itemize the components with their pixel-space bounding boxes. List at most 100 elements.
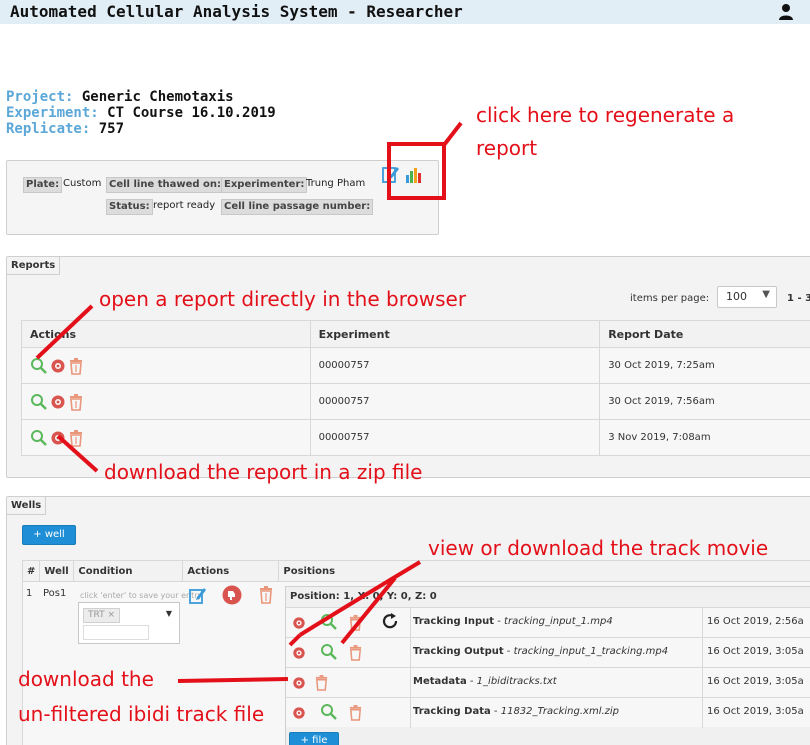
table-row: 00000757 30 Oct 2019, 7:56am (21, 383, 810, 420)
annotation-download-zip: download the report in a zip file (104, 460, 423, 484)
divider (702, 608, 703, 638)
tag-remove-icon[interactable]: × (107, 610, 115, 620)
trash-icon[interactable] (348, 703, 363, 722)
annotation-regenerate-1: click here to regenerate a (476, 103, 735, 127)
download-icon[interactable] (50, 394, 66, 410)
passage-label: Cell line passage number: (221, 199, 374, 215)
divider (410, 668, 411, 698)
chevron-down-icon[interactable]: ▼ (166, 609, 172, 618)
download-icon[interactable] (292, 676, 306, 690)
col-experiment: Experiment (309, 320, 601, 348)
magnifier-icon[interactable] (320, 613, 338, 631)
file-title: Tracking Output (413, 646, 504, 657)
edit-well-icon[interactable] (189, 586, 207, 604)
file-filename: tracking_input_1.mp4 (504, 616, 613, 627)
thawed-label: Cell line thawed on: (106, 177, 224, 193)
app-title: Automated Cellular Analysis System - Res… (10, 2, 463, 21)
condition-select[interactable]: TRT × ▼ (78, 602, 180, 644)
file-date: 16 Oct 2019, 3:05a (707, 676, 804, 687)
bar-chart-icon[interactable] (405, 166, 423, 184)
annotation-download-ibidi-1: download the (18, 667, 154, 691)
magnifier-icon[interactable] (320, 643, 338, 661)
download-icon[interactable] (50, 430, 66, 446)
position-header: Position: 1, X: 0, Y: 0, Z: 0 (290, 591, 437, 602)
wells-panel-label: Wells (7, 497, 47, 515)
file-row: Tracking Input - tracking_input_1.mp4 16… (286, 607, 810, 638)
file-name[interactable]: Tracking Data - 11832_Tracking.xml.zip (413, 706, 619, 717)
file-sep: - (490, 706, 501, 717)
divider (410, 608, 411, 638)
col-num: # (21, 560, 41, 582)
items-per-page-select[interactable]: 100 ▼ (717, 286, 777, 308)
file-name[interactable]: Tracking Output - tracking_input_1_track… (413, 646, 668, 657)
status-label: Status: (106, 199, 153, 215)
download-icon[interactable] (50, 358, 66, 374)
file-filename: tracking_input_1_tracking.mp4 (513, 646, 669, 657)
condition-tag-text: TRT (88, 610, 105, 620)
trash-icon[interactable] (314, 673, 329, 692)
trash-icon[interactable] (258, 585, 274, 605)
report-date-cell: 3 Nov 2019, 7:08am (599, 419, 810, 456)
wells-table-header: # Well Condition Actions Positions (21, 560, 810, 582)
magnifier-icon[interactable] (320, 703, 338, 721)
report-date-cell: 30 Oct 2019, 7:56am (599, 383, 810, 420)
col-positions: Positions (278, 560, 810, 582)
replicate-line: Replicate: 757 (6, 121, 124, 137)
file-date: 16 Oct 2019, 3:05a (707, 706, 804, 717)
condition-tag: TRT × (83, 608, 121, 623)
trash-icon[interactable] (68, 393, 84, 411)
experiment-cell: 00000757 (309, 383, 601, 420)
project-label: Project: (6, 89, 74, 105)
plate-value: Custom (63, 178, 102, 189)
annotation-track-movie: view or download the track movie (428, 536, 769, 560)
download-icon[interactable] (292, 706, 306, 720)
magnifier-icon[interactable] (30, 357, 48, 375)
experiment-value: CT Course 16.10.2019 (107, 105, 276, 121)
experiment-cell: 00000757 (309, 347, 601, 384)
magnifier-icon[interactable] (30, 429, 48, 447)
reports-panel-label: Reports (7, 257, 61, 275)
file-filename: 1_ibiditracks.txt (476, 676, 557, 687)
actions-cell (21, 383, 311, 420)
trash-icon[interactable] (348, 613, 363, 632)
refresh-icon[interactable] (381, 613, 399, 631)
add-file-button[interactable]: + file (289, 732, 339, 745)
trash-icon[interactable] (68, 429, 84, 447)
file-row: Tracking Data - 11832_Tracking.xml.zip 1… (286, 697, 810, 728)
well-num: 1 (26, 588, 33, 599)
file-row: Tracking Output - tracking_input_1_track… (286, 637, 810, 668)
actions-cell (21, 419, 311, 456)
thumbs-down-icon[interactable] (222, 585, 242, 605)
add-well-button[interactable]: + well (22, 525, 76, 545)
plate-info-box: Plate: Custom Cell line thawed on: Exper… (6, 160, 439, 235)
user-icon[interactable] (778, 3, 794, 21)
experimenter-label: Experimenter: (221, 177, 308, 193)
download-icon[interactable] (292, 646, 306, 660)
magnifier-icon[interactable] (30, 393, 48, 411)
file-date: 16 Oct 2019, 3:05a (707, 646, 804, 657)
file-name[interactable]: Metadata - 1_ibiditracks.txt (413, 676, 557, 687)
top-bar: Automated Cellular Analysis System - Res… (0, 0, 810, 24)
experimenter-value: Trung Pham (306, 178, 366, 189)
divider (702, 638, 703, 668)
project-value: Generic Chemotaxis (81, 89, 234, 105)
divider (410, 698, 411, 728)
file-row: Metadata - 1_ibiditracks.txt 16 Oct 2019… (286, 667, 810, 698)
edit-icon[interactable] (382, 164, 400, 184)
download-icon[interactable] (292, 616, 306, 630)
file-sep: - (503, 646, 514, 657)
replicate-label: Replicate: (6, 121, 91, 137)
chevron-down-icon: ▼ (762, 289, 770, 300)
trash-icon[interactable] (68, 357, 84, 375)
pager-range: 1 - 3 (787, 293, 810, 304)
reports-table: Actions Experiment Report Date 00000757 … (21, 320, 810, 456)
table-row: 00000757 3 Nov 2019, 7:08am (21, 419, 810, 456)
condition-input[interactable] (83, 625, 149, 640)
experiment-label: Experiment: (6, 105, 99, 121)
file-name[interactable]: Tracking Input - tracking_input_1.mp4 (413, 616, 613, 627)
trash-icon[interactable] (348, 643, 363, 662)
experiment-line: Experiment: CT Course 16.10.2019 (6, 105, 276, 121)
table-row: 00000757 30 Oct 2019, 7:25am (21, 347, 810, 384)
annotation-open-report: open a report directly in the browser (99, 287, 467, 311)
file-title: Metadata (413, 676, 467, 687)
